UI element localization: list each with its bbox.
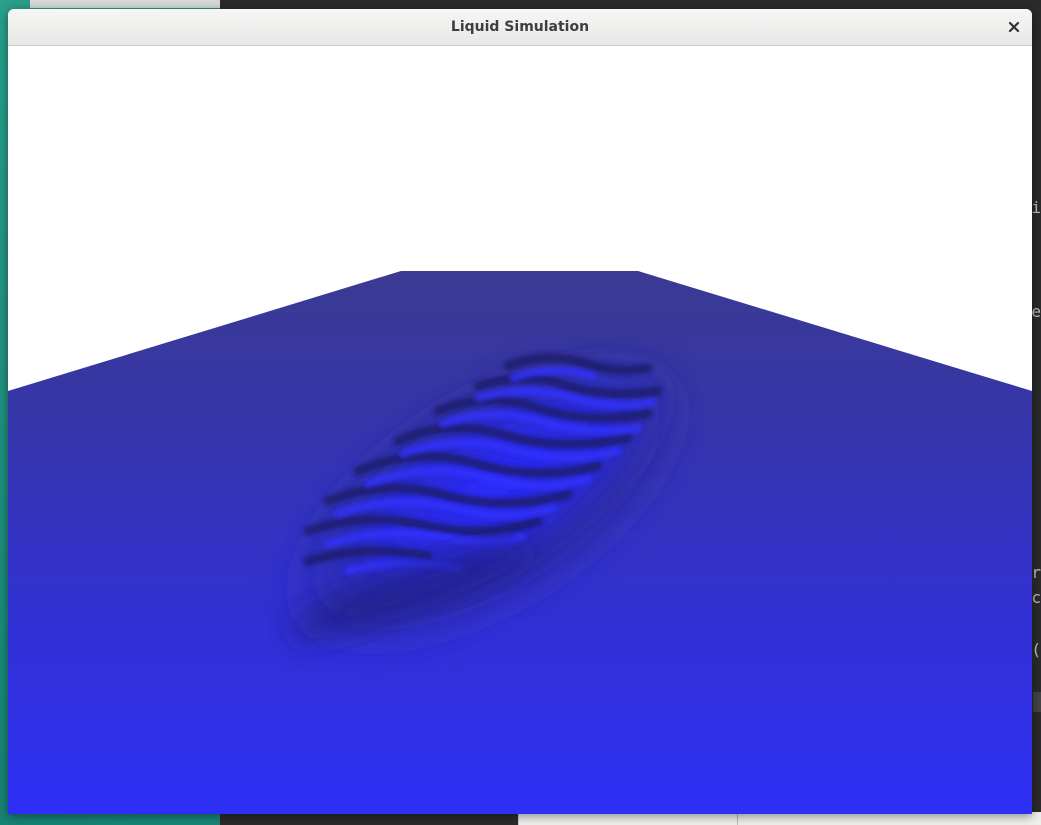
simulation-canvas[interactable] — [8, 46, 1032, 814]
liquid-surface-render — [8, 46, 1032, 814]
terminal-text: c — [1031, 588, 1041, 607]
close-button[interactable] — [1002, 15, 1026, 39]
liquid-simulation-window: Liquid Simulation — [8, 9, 1032, 814]
terminal-scrollbar[interactable] — [1033, 692, 1041, 712]
window-title: Liquid Simulation — [450, 19, 590, 35]
terminal-text: ( — [1031, 640, 1041, 659]
background-window-tab[interactable] — [30, 0, 220, 8]
terminal-text: e — [1031, 302, 1041, 321]
terminal-text: r — [1031, 563, 1041, 582]
title-bar[interactable]: Liquid Simulation — [8, 9, 1032, 46]
close-icon — [1008, 21, 1020, 33]
terminal-text: i — [1031, 198, 1041, 217]
